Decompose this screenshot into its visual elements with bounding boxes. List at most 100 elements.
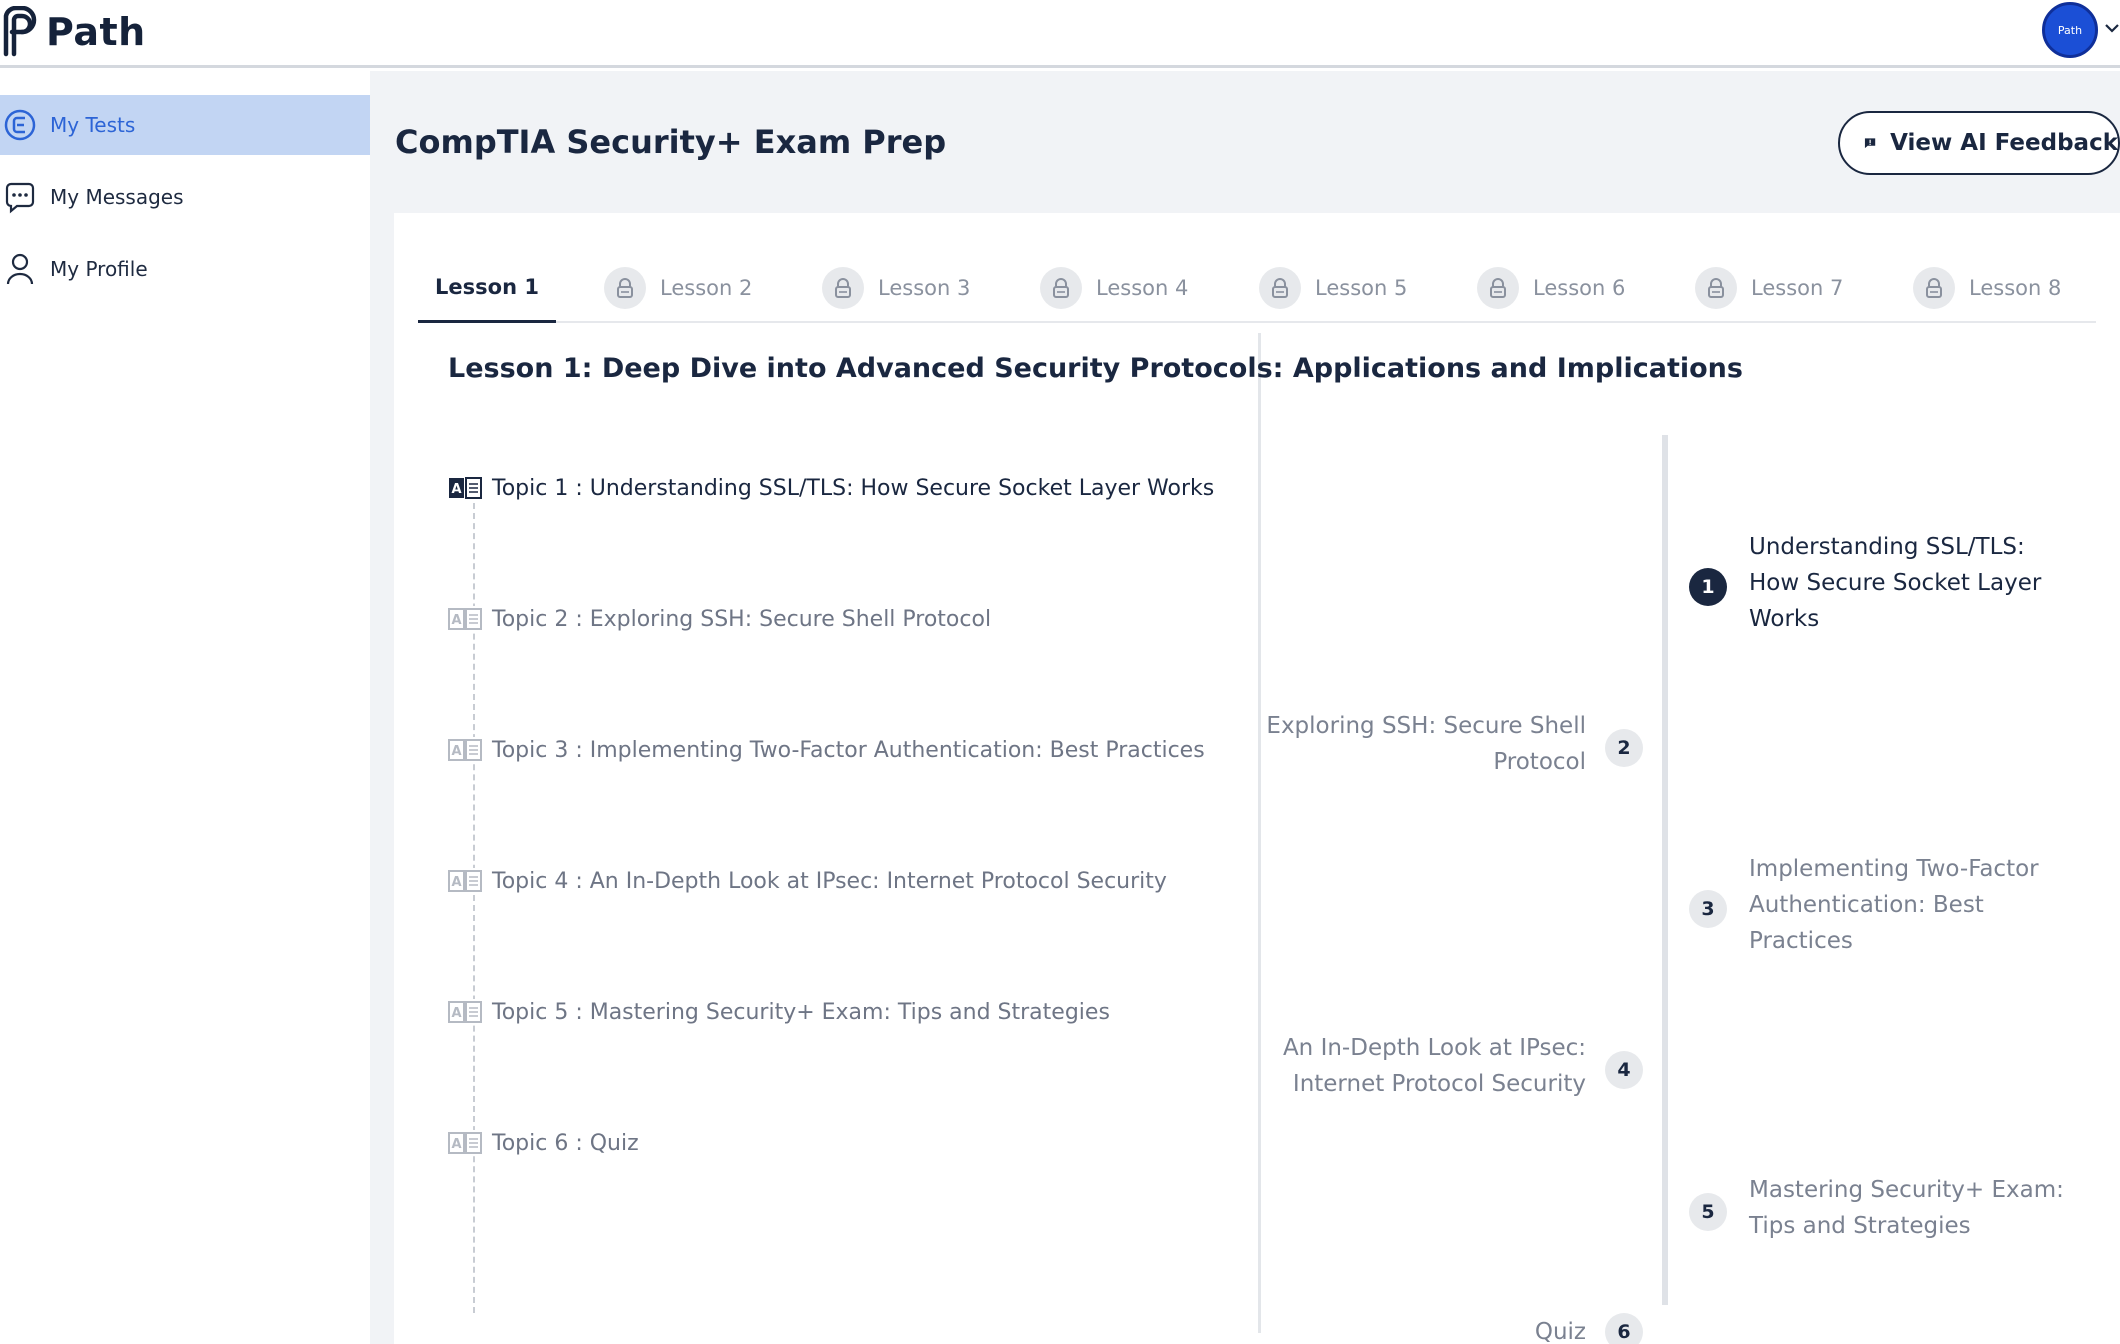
timeline-label-line: Exploring SSH: Secure Shell bbox=[1266, 713, 1586, 739]
tab-lesson-8[interactable]: Lesson 8 bbox=[1913, 253, 2061, 323]
timeline-axis bbox=[1662, 435, 1668, 1305]
sidebar: My Tests My Messages My Profile bbox=[0, 71, 370, 1344]
lock-icon bbox=[1259, 267, 1301, 309]
svg-text:A: A bbox=[451, 744, 461, 759]
tab-lesson-3[interactable]: Lesson 3 bbox=[822, 253, 970, 323]
timeline-node-1[interactable]: 1 bbox=[1689, 568, 1727, 606]
topic-label: Topic 1 : Understanding SSL/TLS: How Sec… bbox=[492, 475, 1215, 501]
node-number: 3 bbox=[1701, 898, 1715, 920]
timeline-node-5[interactable]: 5 bbox=[1689, 1193, 1727, 1231]
tab-label: Lesson 8 bbox=[1969, 276, 2062, 300]
timeline-label-line: Understanding SSL/TLS: bbox=[1749, 534, 2025, 560]
page-title: CompTIA Security+ Exam Prep bbox=[395, 123, 947, 161]
lock-icon bbox=[1695, 267, 1737, 309]
tab-label: Lesson 3 bbox=[878, 276, 971, 300]
tab-label: Lesson 1 bbox=[435, 274, 539, 299]
chevron-down-icon[interactable] bbox=[2104, 16, 2120, 40]
lock-icon bbox=[1913, 267, 1955, 309]
tab-label: Lesson 7 bbox=[1751, 276, 1844, 300]
tab-lesson-1[interactable]: Lesson 1 bbox=[418, 253, 556, 323]
node-number: 5 bbox=[1701, 1201, 1715, 1223]
book-icon: A bbox=[448, 606, 482, 632]
timeline-label-5[interactable]: Mastering Security+ Exam: Tips and Strat… bbox=[1749, 1172, 2089, 1244]
tab-label: Lesson 2 bbox=[660, 276, 753, 300]
svg-text:A: A bbox=[451, 613, 461, 628]
sidebar-item-my-profile[interactable]: My Profile bbox=[0, 239, 370, 299]
avatar-text: Path bbox=[2057, 23, 2083, 37]
timeline-label-line: Practices bbox=[1749, 928, 1853, 954]
tests-icon bbox=[2, 107, 38, 143]
topic-label: Topic 2 : Exploring SSH: Secure Shell Pr… bbox=[492, 606, 992, 632]
top-bar: Path Path bbox=[0, 0, 2120, 68]
svg-text:A: A bbox=[451, 482, 461, 497]
timeline-label-line: Protocol bbox=[1493, 749, 1586, 775]
book-icon: A bbox=[448, 1130, 482, 1156]
tab-lesson-6[interactable]: Lesson 6 bbox=[1477, 253, 1625, 323]
timeline-label-4[interactable]: An In-Depth Look at IPsec: Internet Prot… bbox=[1264, 1030, 1586, 1102]
lock-icon bbox=[1040, 267, 1082, 309]
topic-item-2[interactable]: A Topic 2 : Exploring SSH: Secure Shell … bbox=[448, 606, 992, 632]
timeline-node-6[interactable]: 6 bbox=[1605, 1313, 1643, 1344]
topic-item-3[interactable]: A Topic 3 : Implementing Two-Factor Auth… bbox=[448, 737, 1205, 763]
node-number: 6 bbox=[1617, 1321, 1631, 1343]
timeline-label-3[interactable]: Implementing Two-Factor Authentication: … bbox=[1749, 851, 2089, 959]
tab-lesson-4[interactable]: Lesson 4 bbox=[1040, 253, 1188, 323]
topic-label: Topic 3 : Implementing Two-Factor Authen… bbox=[492, 737, 1205, 763]
tab-label: Lesson 4 bbox=[1096, 276, 1189, 300]
book-icon: A bbox=[448, 999, 482, 1025]
sidebar-item-label: My Tests bbox=[50, 113, 136, 137]
tab-lesson-5[interactable]: Lesson 5 bbox=[1259, 253, 1407, 323]
tab-label: Lesson 5 bbox=[1315, 276, 1408, 300]
node-number: 2 bbox=[1617, 737, 1631, 759]
path-logo-icon bbox=[3, 6, 37, 57]
lesson-tabs: Lesson 1 Lesson 2 Lesson 3 Lesson 4 Less… bbox=[418, 253, 2096, 323]
topic-label: Topic 5 : Mastering Security+ Exam: Tips… bbox=[492, 999, 1110, 1025]
svg-text:A: A bbox=[451, 1137, 461, 1152]
main-content: CompTIA Security+ Exam Prep View AI Feed… bbox=[370, 71, 2120, 1344]
tab-lesson-2[interactable]: Lesson 2 bbox=[604, 253, 752, 323]
lock-icon bbox=[604, 267, 646, 309]
timeline-node-3[interactable]: 3 bbox=[1689, 890, 1727, 928]
timeline-label-6[interactable]: Quiz bbox=[1264, 1314, 1586, 1344]
topic-item-6[interactable]: A Topic 6 : Quiz bbox=[448, 1130, 639, 1156]
timeline-label-1[interactable]: Understanding SSL/TLS: How Secure Socket… bbox=[1749, 529, 2089, 637]
feedback-icon bbox=[1864, 138, 1876, 149]
sidebar-item-my-messages[interactable]: My Messages bbox=[0, 167, 370, 227]
lesson-card: Lesson 1 Lesson 2 Lesson 3 Lesson 4 Less… bbox=[394, 213, 2120, 1344]
timeline-label-line: Authentication: Best bbox=[1749, 892, 1984, 918]
user-icon bbox=[2, 251, 38, 287]
topic-item-5[interactable]: A Topic 5 : Mastering Security+ Exam: Ti… bbox=[448, 999, 1110, 1025]
tab-lesson-7[interactable]: Lesson 7 bbox=[1695, 253, 1843, 323]
column-divider bbox=[1258, 333, 1261, 1333]
brand-logo[interactable]: Path bbox=[0, 4, 146, 60]
timeline-label-line: Mastering Security+ Exam: bbox=[1749, 1177, 2064, 1203]
timeline-node-4[interactable]: 4 bbox=[1605, 1051, 1643, 1089]
lesson-heading: Lesson 1: Deep Dive into Advanced Securi… bbox=[448, 353, 1743, 384]
node-number: 1 bbox=[1701, 576, 1715, 598]
node-number: 4 bbox=[1617, 1059, 1631, 1081]
lock-icon bbox=[822, 267, 864, 309]
timeline-label-line: Implementing Two-Factor bbox=[1749, 856, 2039, 882]
topic-label: Topic 6 : Quiz bbox=[492, 1130, 639, 1156]
timeline-label-line: Quiz bbox=[1534, 1319, 1586, 1344]
timeline-label-line: An In-Depth Look at IPsec: bbox=[1282, 1035, 1586, 1061]
book-icon: A bbox=[448, 737, 482, 763]
timeline-label-line: Works bbox=[1749, 606, 1820, 632]
sidebar-item-my-tests[interactable]: My Tests bbox=[0, 95, 370, 155]
timeline-label-line: How Secure Socket Layer bbox=[1749, 570, 2042, 596]
topic-label: Topic 4 : An In-Depth Look at IPsec: Int… bbox=[492, 868, 1167, 894]
avatar[interactable]: Path bbox=[2042, 2, 2098, 58]
book-icon: A bbox=[448, 475, 482, 501]
svg-text:A: A bbox=[451, 875, 461, 890]
book-icon: A bbox=[448, 868, 482, 894]
svg-text:A: A bbox=[451, 1006, 461, 1021]
timeline-label-2[interactable]: Exploring SSH: Secure Shell Protocol bbox=[1264, 708, 1586, 780]
lock-icon bbox=[1477, 267, 1519, 309]
timeline-node-2[interactable]: 2 bbox=[1605, 729, 1643, 767]
chat-bubble-icon bbox=[2, 179, 38, 215]
timeline-label-line: Tips and Strategies bbox=[1749, 1213, 1971, 1239]
topic-item-4[interactable]: A Topic 4 : An In-Depth Look at IPsec: I… bbox=[448, 868, 1167, 894]
view-ai-feedback-button[interactable]: View AI Feedback bbox=[1838, 111, 2120, 175]
feedback-button-label: View AI Feedback bbox=[1890, 130, 2118, 156]
topic-item-1[interactable]: A Topic 1 : Understanding SSL/TLS: How S… bbox=[448, 475, 1215, 501]
